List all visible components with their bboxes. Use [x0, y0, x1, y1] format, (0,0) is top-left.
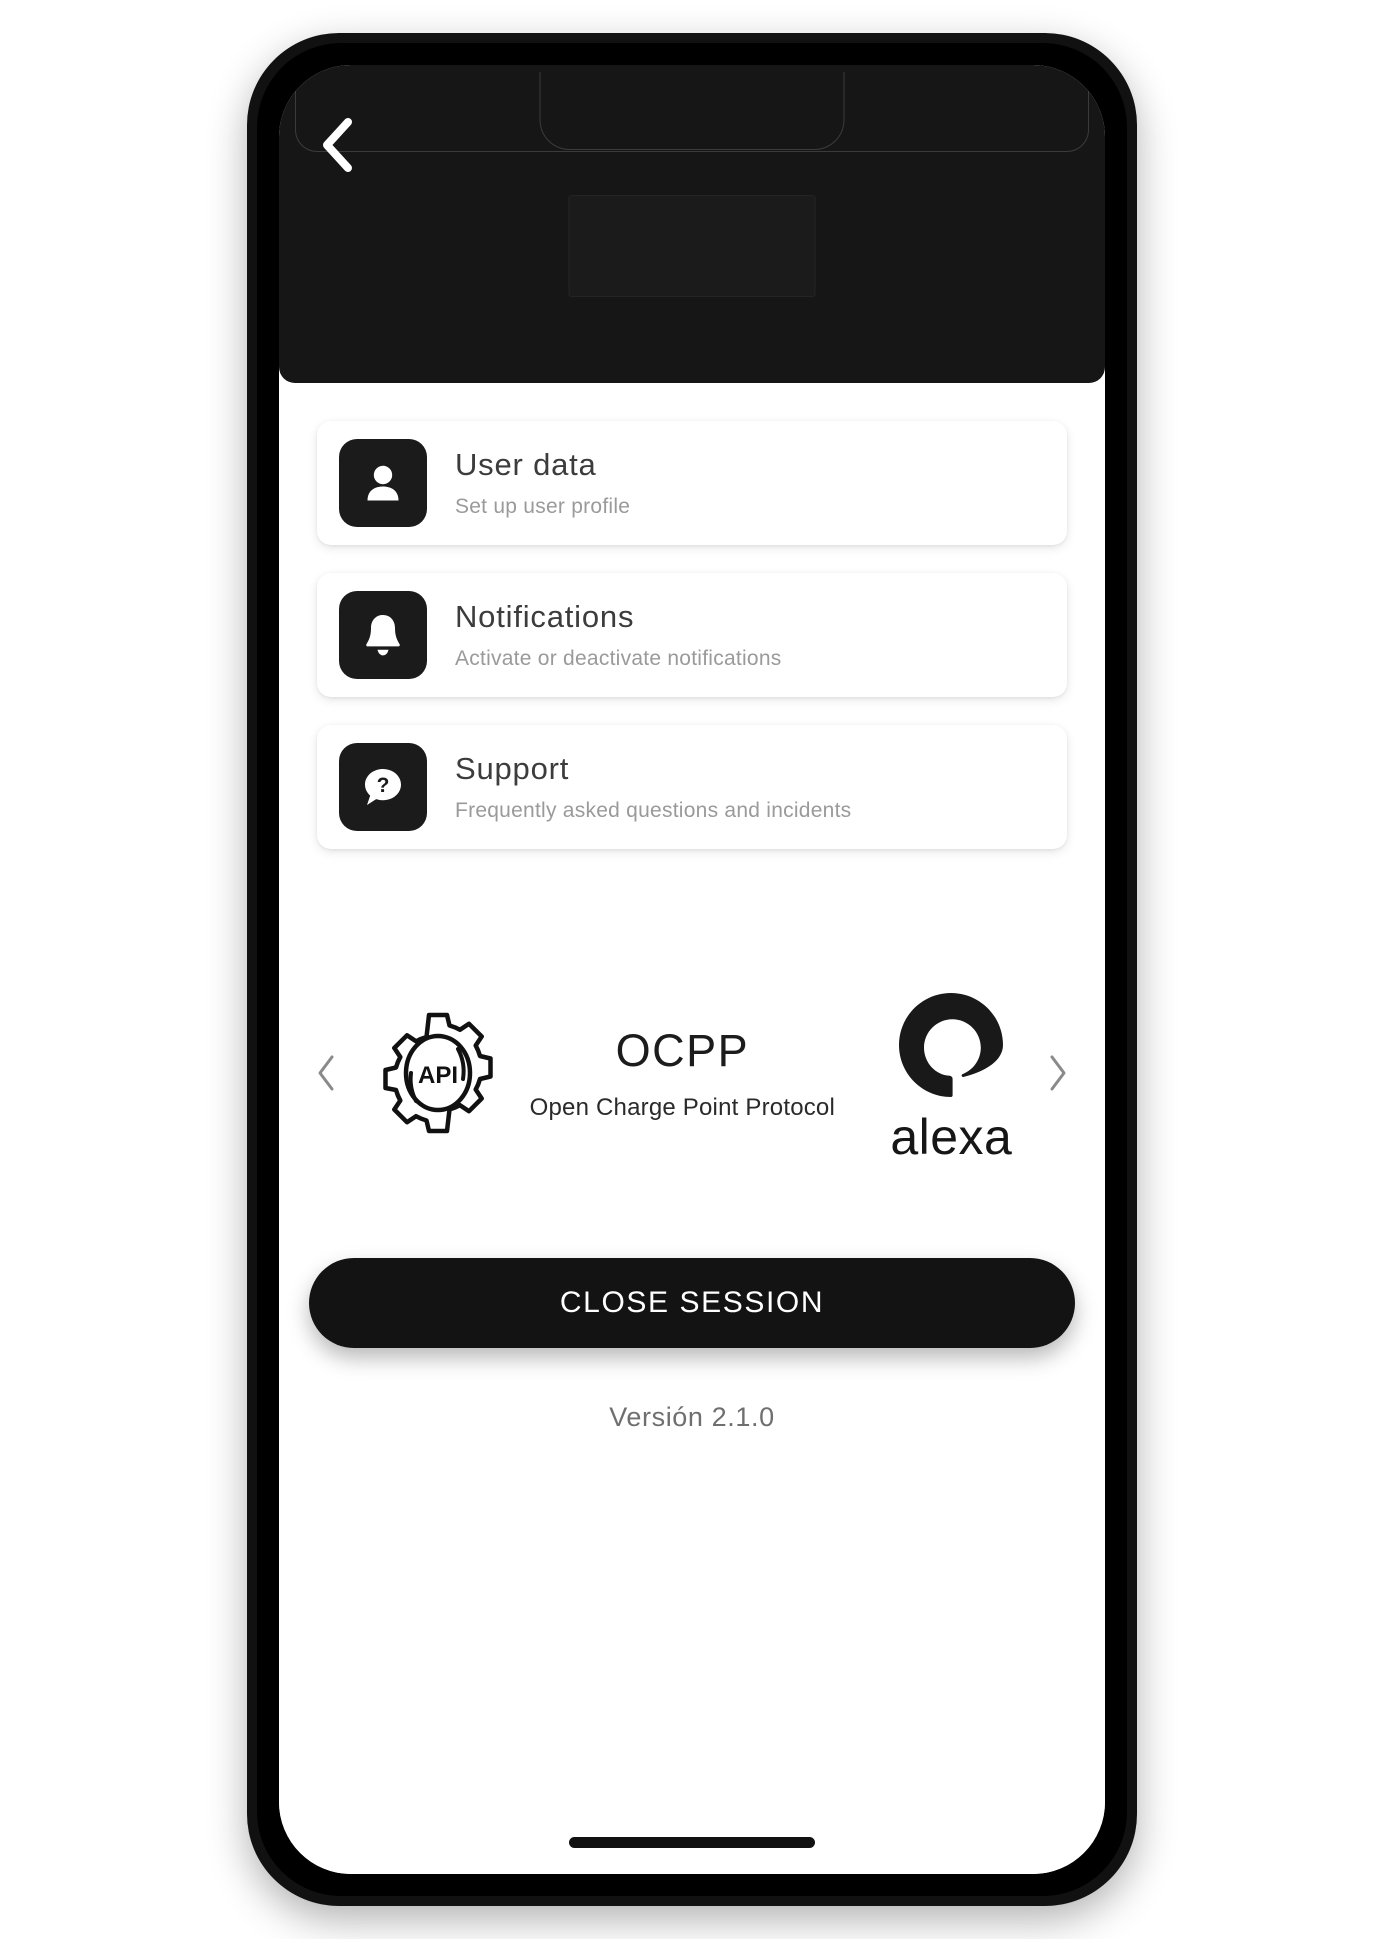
- bell-icon: [360, 611, 406, 659]
- home-indicator[interactable]: [569, 1837, 815, 1848]
- settings-menu-list: User data Set up user profile Notificati…: [279, 383, 1105, 849]
- bell-icon-tile: [339, 591, 427, 679]
- app-header: [279, 65, 1105, 383]
- display-notch: [539, 72, 845, 150]
- question-bubble-icon-tile: ?: [339, 743, 427, 831]
- close-session-button[interactable]: CLOSE SESSION: [309, 1258, 1075, 1348]
- chevron-right-icon: [1047, 1054, 1069, 1097]
- menu-item-text: User data Set up user profile: [455, 447, 630, 519]
- close-session-section: CLOSE SESSION Versión 2.1.0: [279, 1162, 1105, 1433]
- alexa-ring-icon: [895, 989, 1007, 1106]
- ocpp-subtitle: Open Charge Point Protocol: [529, 1094, 836, 1121]
- menu-item-subtitle: Activate or deactivate notifications: [455, 646, 782, 670]
- phone-device-frame: User data Set up user profile Notificati…: [247, 33, 1137, 1906]
- menu-item-user-data[interactable]: User data Set up user profile: [317, 421, 1067, 545]
- api-gear-icon: API: [372, 1007, 504, 1144]
- user-icon: [360, 460, 406, 506]
- question-bubble-icon: ?: [359, 763, 407, 811]
- header-image-placeholder: [568, 195, 816, 297]
- menu-item-notifications[interactable]: Notifications Activate or deactivate not…: [317, 573, 1067, 697]
- menu-item-title: Notifications: [455, 599, 635, 635]
- phone-bezel: User data Set up user profile Notificati…: [257, 43, 1127, 1896]
- menu-item-support[interactable]: ? Support Frequently asked questions and…: [317, 725, 1067, 849]
- screenshot-root: User data Set up user profile Notificati…: [0, 0, 1385, 1939]
- menu-item-text: Notifications Activate or deactivate not…: [455, 599, 782, 671]
- menu-item-title: Support: [455, 751, 570, 787]
- carousel-slide-alexa[interactable]: alexa: [890, 989, 1012, 1162]
- carousel-prev-button[interactable]: [303, 1041, 349, 1111]
- partners-carousel: API OCPP Open Charge Point Protocol alex…: [279, 877, 1105, 1162]
- carousel-slide-ocpp[interactable]: API OCPP Open Charge Point Protocol: [372, 1007, 835, 1144]
- api-gear-icon-label: API: [418, 1062, 458, 1089]
- carousel-next-button[interactable]: [1035, 1041, 1081, 1111]
- phone-screen: User data Set up user profile Notificati…: [279, 65, 1105, 1874]
- menu-item-subtitle: Frequently asked questions and incidents: [455, 798, 852, 822]
- carousel-track: API OCPP Open Charge Point Protocol alex…: [349, 989, 1035, 1162]
- alexa-wordmark: alexa: [890, 1109, 1013, 1165]
- menu-item-subtitle: Set up user profile: [455, 494, 631, 518]
- svg-text:?: ?: [377, 774, 390, 797]
- chevron-left-icon: [315, 1054, 337, 1097]
- user-icon-tile: [339, 439, 427, 527]
- ocpp-title: OCPP: [615, 1025, 750, 1076]
- back-button[interactable]: [301, 109, 373, 181]
- status-bar-outline: [295, 72, 1089, 152]
- version-label: Versión 2.1.0: [609, 1402, 775, 1432]
- ocpp-text-block: OCPP Open Charge Point Protocol: [530, 1028, 835, 1123]
- main-content: User data Set up user profile Notificati…: [279, 383, 1105, 1874]
- chevron-left-icon: [320, 118, 354, 172]
- menu-item-title: User data: [455, 447, 597, 483]
- menu-item-text: Support Frequently asked questions and i…: [455, 751, 851, 823]
